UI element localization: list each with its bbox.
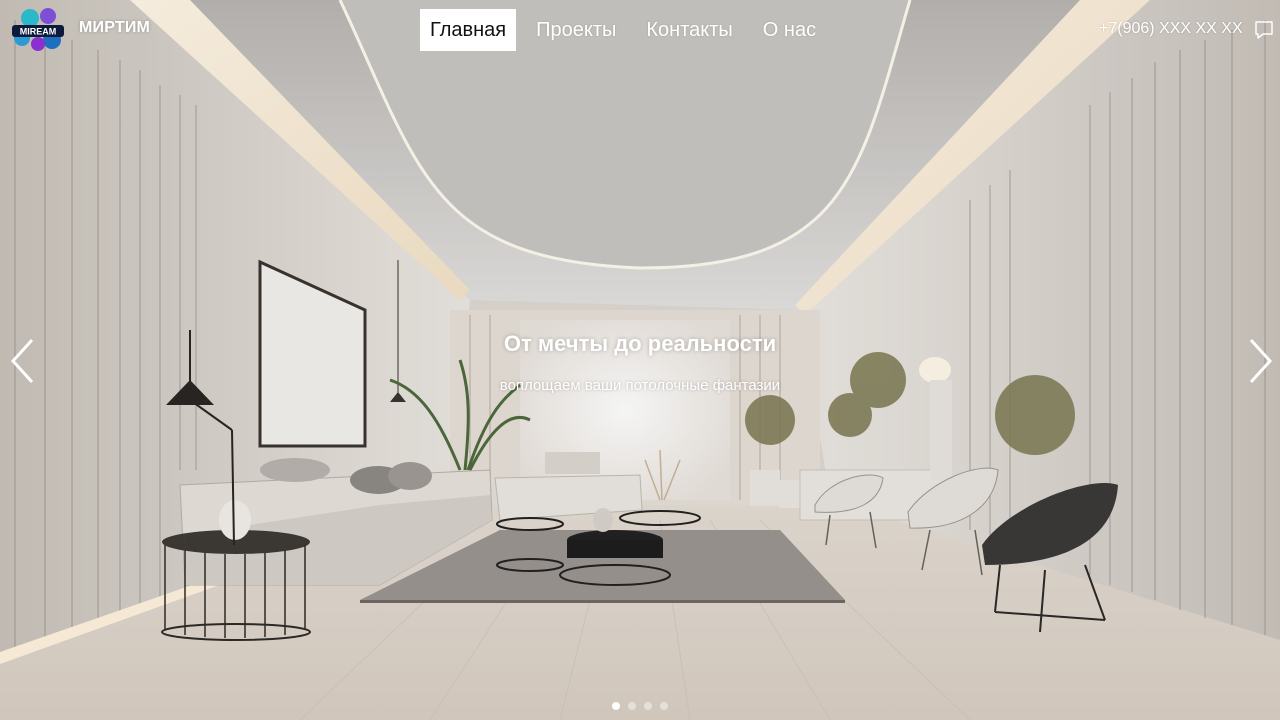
chevron-right-icon [1249, 338, 1273, 384]
slider-prev-button[interactable] [8, 336, 38, 386]
slide-title: От мечты до реальности [503, 331, 777, 356]
slide-image [0, 0, 1280, 720]
brand-name[interactable]: МИРТИМ [79, 19, 150, 37]
nav-item-about[interactable]: О нас [753, 9, 826, 51]
nav-item-home[interactable]: Главная [420, 9, 517, 51]
main-nav: Главная Проекты Контакты О нас [420, 9, 836, 51]
logo-text: MIREAM [20, 27, 57, 37]
chevron-left-icon [10, 338, 34, 384]
slider-next-button[interactable] [1245, 336, 1275, 386]
slider-dot-4[interactable] [660, 702, 668, 710]
nav-item-contacts[interactable]: Контакты [636, 9, 742, 51]
slider-indicators [612, 702, 668, 710]
slider-dot-2[interactable] [628, 702, 636, 710]
logo[interactable]: MIREAM [8, 4, 68, 56]
slider-dot-3[interactable] [644, 702, 652, 710]
slider-dot-1[interactable] [612, 702, 620, 710]
hero-slider: MIREAM МИРТИМ Главная Проекты Контакты О… [0, 0, 1280, 720]
nav-item-projects[interactable]: Проекты [526, 9, 626, 51]
chat-bubble-icon[interactable] [1253, 19, 1275, 41]
phone-number[interactable]: +7(906) XXX XX XX [1099, 20, 1243, 38]
site-header: MIREAM МИРТИМ Главная Проекты Контакты О… [0, 0, 1280, 60]
slide-subtitle: воплощаем ваши потолочные фантазии [499, 377, 781, 394]
